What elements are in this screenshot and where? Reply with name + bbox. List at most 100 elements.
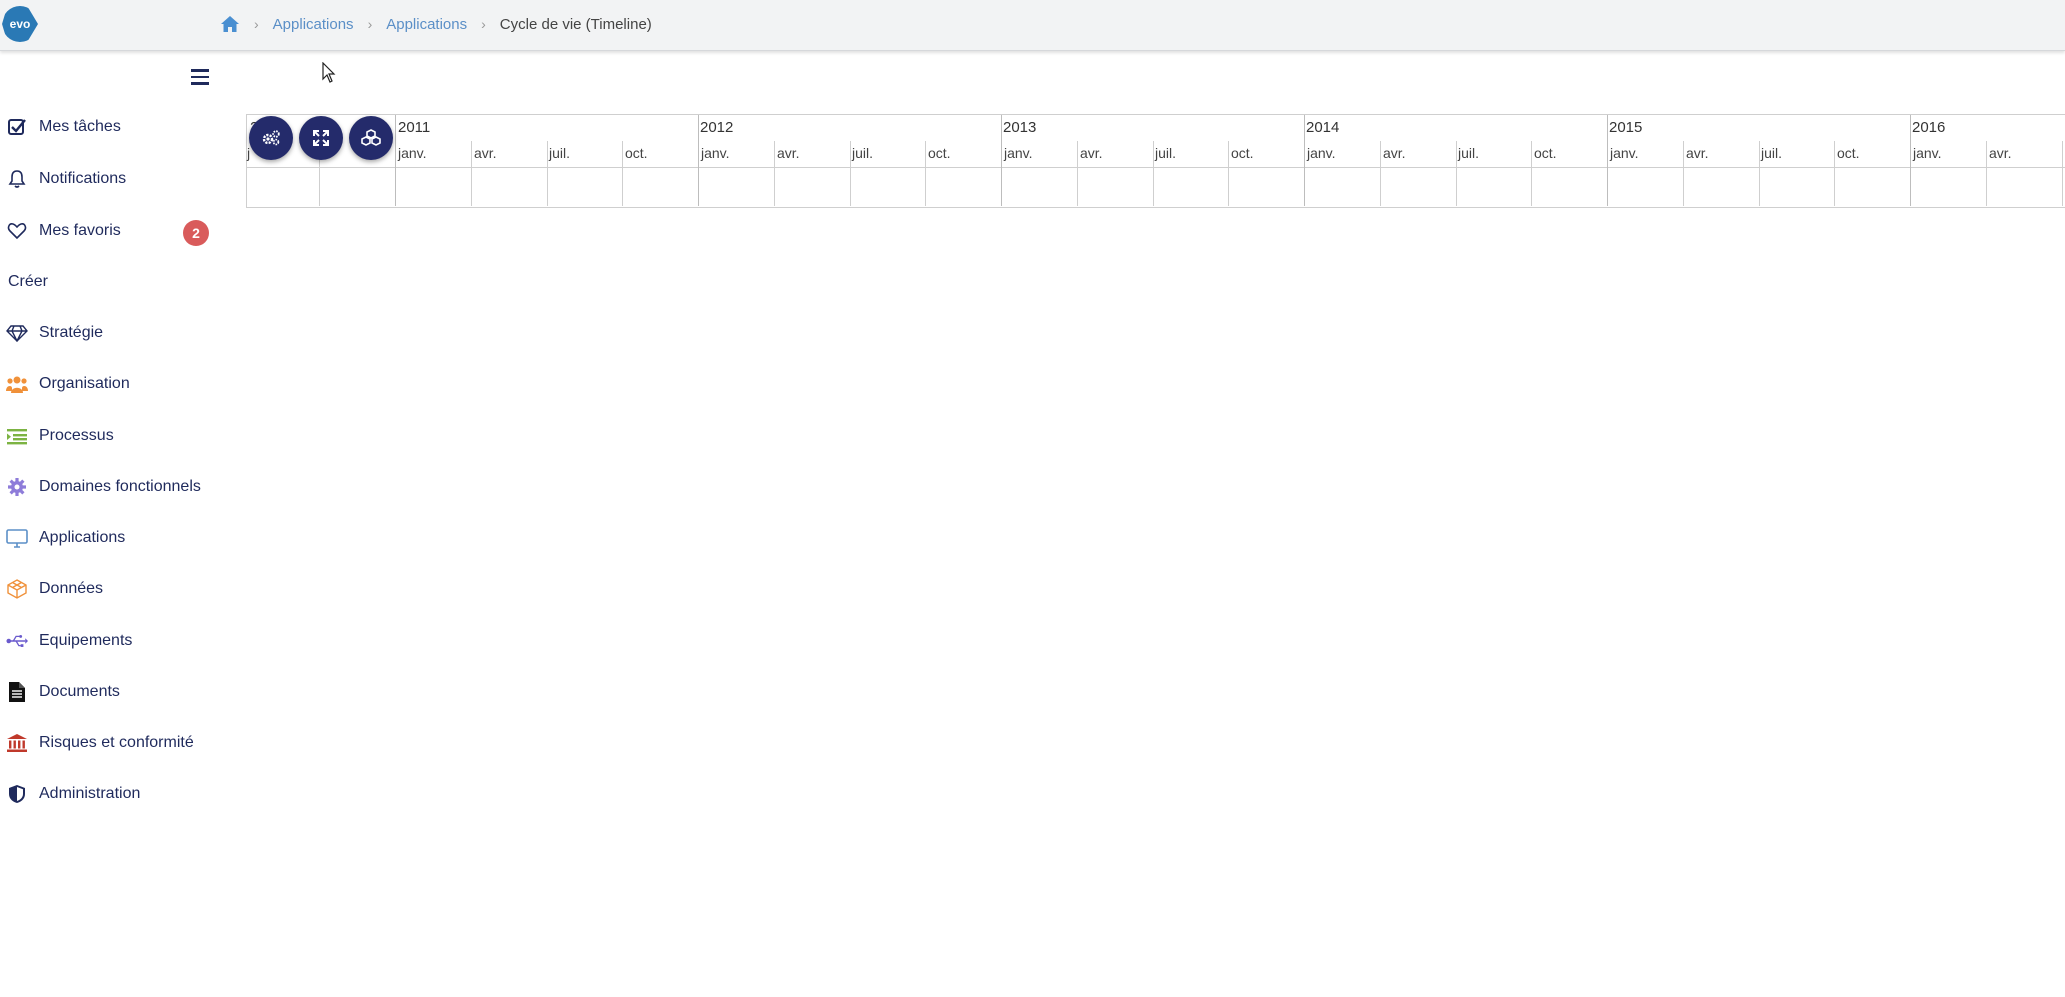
timeline-year-label: 2014 <box>1306 119 1340 136</box>
sidebar-item-mes-favoris[interactable]: Mes favoris 2 <box>0 211 240 251</box>
sidebar-item-equipements[interactable]: Equipements <box>0 621 240 661</box>
timeline-year-label: 2015 <box>1609 119 1643 136</box>
cogs-icon <box>262 130 280 146</box>
timeline-gridline <box>850 141 851 206</box>
sidebar-item-label: Stratégie <box>39 324 104 341</box>
sidebar-item-processus[interactable]: Processus <box>0 416 240 456</box>
sidebar-item-organisation[interactable]: Organisation <box>0 364 240 404</box>
breadcrumb-current: Cycle de vie (Timeline) <box>499 15 652 33</box>
timeline-month-label: janv. <box>1913 145 1942 161</box>
sidebar-item-label: Notifications <box>39 170 127 187</box>
sidebar-item-creer[interactable]: Créer <box>2 262 242 302</box>
sidebar-item-notifications[interactable]: Notifications <box>0 159 240 199</box>
chevron-right-icon: › <box>254 16 259 32</box>
timeline-month-label: avr. <box>1383 145 1406 161</box>
sidebar-item-label: Documents <box>39 683 120 700</box>
timeline-month-partial: j <box>247 145 251 161</box>
sidebar-item-label: Applications <box>39 529 126 546</box>
timeline-gridline <box>1683 141 1684 206</box>
timeline-month-label: janv. <box>1004 145 1033 161</box>
timeline-gridline <box>1456 141 1457 206</box>
timeline-month-label: janv. <box>1610 145 1639 161</box>
timeline-gridline <box>1077 141 1078 206</box>
timeline-gridline <box>1910 115 1911 206</box>
timeline-month-label: juil. <box>549 145 571 161</box>
sidebar-item-strategie[interactable]: Stratégie <box>0 313 240 353</box>
heart-icon <box>6 220 28 242</box>
sidebar-item-label: Administration <box>39 785 141 802</box>
cubes-icon <box>361 129 381 146</box>
cubes-fab-button[interactable] <box>349 116 393 160</box>
timeline-gridline <box>395 115 396 206</box>
bank-icon <box>6 732 28 754</box>
timeline-month-axis: j . janv. avr. juil. oct. janv. avr. jui… <box>247 141 2065 168</box>
timeline-body[interactable] <box>247 168 2065 206</box>
usb-icon <box>6 630 28 652</box>
timeline-year-label: 2016 <box>1912 119 1946 136</box>
timeline-month-label: avr. <box>1080 145 1103 161</box>
breadcrumb-link-applications[interactable]: Applications <box>273 16 354 33</box>
chevron-right-icon: › <box>367 16 373 32</box>
bell-icon <box>6 168 28 190</box>
timeline-gridline <box>1759 141 1760 206</box>
sidebar-item-risques-et-conformite[interactable]: Risques et conformité <box>0 723 240 763</box>
timeline-gridline <box>1531 141 1532 206</box>
top-bar: evo › Applications › Applications › Cycl… <box>0 0 2065 51</box>
mouse-cursor-icon <box>322 62 336 83</box>
home-icon[interactable] <box>220 15 240 33</box>
timeline-month-label: juil. <box>1761 145 1783 161</box>
timeline-gridline <box>547 141 548 206</box>
timeline-chart[interactable]: 2 2011 2012 2013 2014 2015 2016 j . janv… <box>246 114 2065 208</box>
timeline-month-label: avr. <box>1989 145 2012 161</box>
timeline-gridline <box>1228 141 1229 206</box>
chevron-right-icon: › <box>481 16 486 32</box>
sidebar-item-label: Mes tâches <box>39 118 121 135</box>
timeline-month-label: janv. <box>1307 145 1336 161</box>
timeline-gridline <box>471 141 472 206</box>
timeline-month-label: oct. <box>928 145 951 161</box>
timeline-year-label: 2013 <box>1003 119 1037 136</box>
favorites-count-badge: 2 <box>183 220 209 246</box>
breadcrumb-link-applications-2[interactable]: Applications <box>386 16 467 33</box>
timeline-gridline <box>1304 115 1305 206</box>
users-icon <box>6 373 28 395</box>
timeline-month-label: oct. <box>1534 145 1557 161</box>
timeline-gridline <box>1153 141 1154 206</box>
sidebar-item-label: Créer <box>8 273 49 290</box>
timeline-month-label: oct. <box>1231 145 1254 161</box>
sidebar-item-label: Processus <box>39 427 114 444</box>
evo-logo[interactable]: evo <box>2 6 38 42</box>
document-icon <box>6 681 28 703</box>
breadcrumb: › Applications › Applications › Cycle de… <box>220 14 652 34</box>
sidebar-item-documents[interactable]: Documents <box>0 672 240 712</box>
timeline-month-label: juil. <box>1458 145 1480 161</box>
timeline-gridline <box>1001 115 1002 206</box>
sidebar-item-label: Domaines fonctionnels <box>39 478 201 495</box>
sidebar-item-applications[interactable]: Applications <box>0 518 240 558</box>
sidebar-item-label: Mes favoris <box>39 222 121 239</box>
timeline-year-label: 2012 <box>700 119 734 136</box>
menu-toggle-icon[interactable] <box>191 69 209 85</box>
monitor-icon <box>6 527 28 549</box>
timeline-month-label: janv. <box>701 145 730 161</box>
timeline-month-label: juil. <box>852 145 874 161</box>
timeline-gridline <box>1834 141 1835 206</box>
timeline-gridline <box>925 141 926 206</box>
timeline-month-label: avr. <box>1686 145 1709 161</box>
sidebar-item-administration[interactable]: Administration <box>0 774 240 814</box>
sidebar-item-donnees[interactable]: Données <box>0 569 240 609</box>
timeline-month-label: avr. <box>777 145 800 161</box>
timeline-gridline <box>1380 141 1381 206</box>
sidebar-item-domaines-fonctionnels[interactable]: Domaines fonctionnels <box>0 467 240 507</box>
cog-icon <box>6 476 28 498</box>
fullscreen-fab-button[interactable] <box>299 116 343 160</box>
timeline-month-label: oct. <box>625 145 648 161</box>
checkbox-icon <box>6 116 28 138</box>
timeline-gridline <box>698 115 699 206</box>
sidebar-item-mes-taches[interactable]: Mes tâches <box>0 107 240 147</box>
settings-fab-button[interactable] <box>249 116 293 160</box>
timeline-month-label: oct. <box>1837 145 1860 161</box>
data-cube-icon <box>6 578 28 600</box>
timeline-gridline <box>2062 141 2063 206</box>
sidebar-item-label: Données <box>39 580 104 597</box>
